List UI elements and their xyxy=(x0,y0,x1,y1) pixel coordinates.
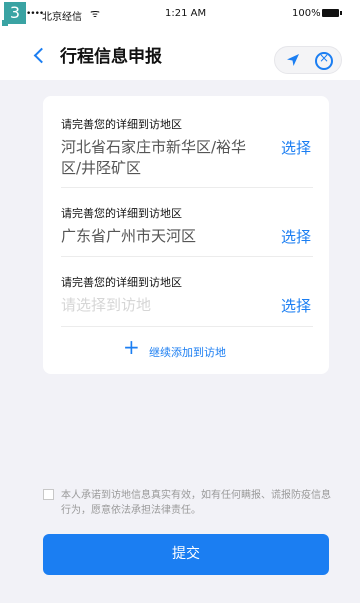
plus-icon: + xyxy=(123,335,140,359)
location-arrow-icon[interactable] xyxy=(285,52,301,68)
divider xyxy=(61,326,313,327)
divider xyxy=(61,187,313,188)
carrier-name: 北京经信 xyxy=(42,12,82,23)
agreement-text: 本人承诺到访地信息真实有效，如有任何瞒报、谎报防疫信息行为，愿意依法承担法律责任… xyxy=(61,490,331,516)
status-bar: 3 •••• 北京经信 ᯤ 1:21 AM 100% xyxy=(0,0,360,28)
destination-value[interactable]: 河北省石家庄市新华区/裕华区/井陉矿区 xyxy=(61,137,261,179)
chevron-left-icon[interactable] xyxy=(33,47,50,64)
step-badge-tail xyxy=(2,20,8,26)
field-label: 请完善您的详细到访地区 xyxy=(61,207,182,220)
divider xyxy=(61,256,313,257)
add-destination-label: 继续添加到访地 xyxy=(149,346,226,359)
agreement-checkbox[interactable] xyxy=(43,489,54,500)
signal-icon: •••• xyxy=(26,9,44,19)
miniapp-capsule: × xyxy=(274,46,342,74)
status-time: 1:21 AM xyxy=(165,8,207,19)
page-title: 行程信息申报 xyxy=(60,47,162,67)
field-label: 请完善您的详细到访地区 xyxy=(61,118,182,131)
destination-value[interactable]: 广东省广州市天河区 xyxy=(61,226,261,247)
select-button[interactable]: 选择 xyxy=(281,295,311,316)
destination-placeholder[interactable]: 请选择到访地 xyxy=(61,295,261,316)
battery-percentage: 100% xyxy=(292,8,321,19)
close-circle-icon[interactable]: × xyxy=(315,51,333,70)
submit-button[interactable]: 提交 xyxy=(43,534,329,575)
select-button[interactable]: 选择 xyxy=(281,137,311,158)
wifi-icon: ᯤ xyxy=(90,7,101,20)
field-label: 请完善您的详细到访地区 xyxy=(61,276,182,289)
top-bar: 3 •••• 北京经信 ᯤ 1:21 AM 100% 行程信息申报 × xyxy=(0,0,360,80)
destination-card: 请完善您的详细到访地区 河北省石家庄市新华区/裕华区/井陉矿区 选择 请完善您的… xyxy=(43,96,329,374)
select-button[interactable]: 选择 xyxy=(281,226,311,247)
battery-icon xyxy=(322,9,342,17)
